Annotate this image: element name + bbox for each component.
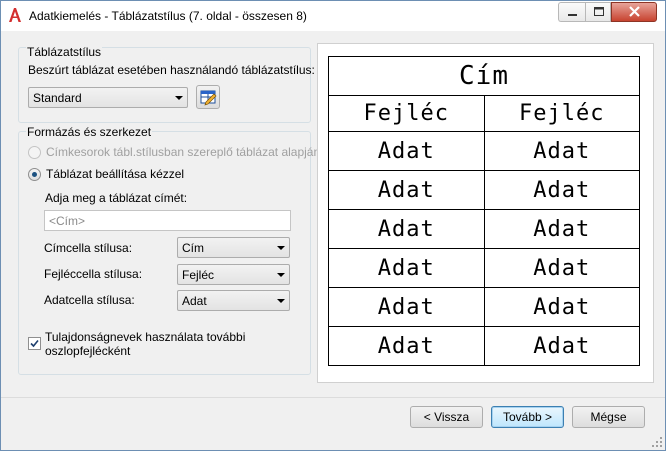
footer-divider [1,397,665,398]
preview-data-cell: Adat [328,287,485,327]
header-cell-style-select[interactable]: Fejléc [177,264,290,285]
checkmark-icon [30,339,39,348]
table-preview: Cím Fejléc Fejléc Adat Adat Adat Adat Adat… [317,43,654,383]
label-style-radio[interactable] [28,146,41,159]
table-style-group-title: Táblázatstílus [26,45,103,59]
table-style-instruction: Beszúrt táblázat esetében használandó tá… [28,63,315,77]
preview-data-cell: Adat [328,209,485,249]
preview-data-cell: Adat [328,326,485,366]
minimize-button[interactable] [558,2,585,22]
close-button[interactable] [611,2,657,22]
resize-grip-icon[interactable] [651,436,663,448]
preview-header-cell: Fejléc [483,95,640,132]
table-style-edit-button[interactable] [196,85,220,109]
chevron-down-icon [277,246,285,250]
title-cell-style-label: Címcella stílusa: [44,241,133,255]
chevron-down-icon [175,96,183,100]
preview-data-cell: Adat [328,170,485,210]
chevron-down-icon [277,299,285,303]
preview-header-cell: Fejléc [328,95,485,132]
title-bar[interactable]: Adatkiemelés - Táblázatstílus (7. oldal … [1,1,665,31]
property-names-checkbox-label: Tulajdonságnevek használata további oszl… [45,330,246,358]
window-title: Adatkiemelés - Táblázatstílus (7. oldal … [29,9,307,23]
format-group-title: Formázás és szerkezet [26,125,153,139]
maximize-button[interactable] [585,2,611,22]
preview-data-cell: Adat [483,131,640,171]
title-cell-style-select[interactable]: Cím [177,237,290,258]
data-cell-style-select[interactable]: Adat [177,290,290,311]
manual-setup-radio-label: Táblázat beállítása kézzel [46,167,185,181]
preview-data-cell: Adat [328,248,485,288]
cancel-button[interactable]: Mégse [572,406,645,428]
back-button[interactable]: < Vissza [410,406,483,428]
table-style-edit-icon [200,90,217,106]
data-cell-style-label: Adatcella stílusa: [44,293,135,307]
label-style-radio-label: Címkesorok tábl.stílusban szereplő táblá… [46,145,321,159]
maximize-icon [594,7,604,16]
wizard-window: Adatkiemelés - Táblázatstílus (7. oldal … [0,0,666,451]
table-title-prompt: Adja meg a táblázat címét: [45,191,188,205]
autocad-logo-icon [9,8,21,22]
manual-setup-radio[interactable] [28,168,41,181]
preview-table: Cím Fejléc Fejléc Adat Adat Adat Adat Adat… [328,56,640,366]
chevron-down-icon [277,273,285,277]
next-button[interactable]: Tovább > [491,406,564,428]
preview-data-cell: Adat [483,326,640,366]
minimize-icon [568,14,577,16]
content-panel: Táblázatstílus Beszúrt táblázat esetében… [10,39,658,391]
preview-data-cell: Adat [483,209,640,249]
close-icon [629,6,640,17]
preview-data-cell: Adat [483,287,640,327]
preview-data-cell: Adat [328,131,485,171]
header-cell-style-label: Fejléccella stílusa: [44,267,143,281]
table-title-input[interactable]: <Cím> [44,210,291,231]
property-names-checkbox[interactable] [28,337,41,350]
preview-data-cell: Adat [483,248,640,288]
preview-title-cell: Cím [328,56,640,96]
preview-data-cell: Adat [483,170,640,210]
table-style-select[interactable]: Standard [28,87,188,108]
